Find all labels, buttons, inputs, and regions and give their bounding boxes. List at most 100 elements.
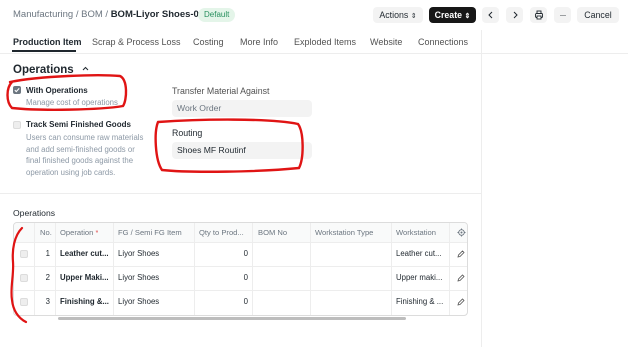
with-operations-description: Manage cost of operations xyxy=(26,98,118,107)
routing-label: Routing xyxy=(172,128,203,138)
operations-table-title: Operations xyxy=(13,208,56,218)
tab-production-item[interactable]: Production Item xyxy=(13,37,82,47)
section-divider xyxy=(0,193,481,194)
column-divider xyxy=(310,223,311,315)
cell-fg-item[interactable]: Liyor Shoes xyxy=(118,266,190,290)
updown-chevron-icon: ⇕ xyxy=(464,13,471,20)
column-header-operation: Operation * xyxy=(60,223,98,242)
checkmark-icon xyxy=(14,88,20,93)
previous-button[interactable] xyxy=(482,7,499,23)
active-tab-indicator xyxy=(12,50,76,52)
row-number: 3 xyxy=(45,297,50,306)
cell-qty[interactable]: 0 xyxy=(199,290,248,314)
description-line: final finished goods against the xyxy=(26,156,134,166)
cell-qty[interactable]: 0 xyxy=(199,242,248,266)
tab-website[interactable]: Website xyxy=(370,37,402,47)
tab-costing[interactable]: Costing xyxy=(193,37,224,47)
operations-section-title[interactable]: Operations xyxy=(13,64,90,76)
column-divider xyxy=(194,223,195,315)
tab-exploded-items[interactable]: Exploded Items xyxy=(294,37,356,47)
column-header-workstation: Workstation xyxy=(396,228,436,237)
printer-icon xyxy=(534,10,543,20)
cell-workstation[interactable]: Finishing & ... xyxy=(396,290,446,314)
breadcrumb-manufacturing[interactable]: Manufacturing xyxy=(13,9,73,20)
chevron-up-icon xyxy=(82,66,89,71)
operations-table: No. Operation * FG / Semi FG Item Qty to… xyxy=(13,222,468,316)
column-header-qty: Qty to Prod... xyxy=(199,228,244,237)
description-line: and add semi-finished goods or xyxy=(26,144,135,154)
cell-bom-no[interactable] xyxy=(258,290,306,314)
track-semi-finished-description: Users can consume raw materials and add … xyxy=(26,132,143,178)
transfer-material-label: Transfer Material Against xyxy=(172,86,270,96)
cell-fg-item[interactable]: Liyor Shoes xyxy=(118,290,190,314)
breadcrumb-bom[interactable]: BOM xyxy=(81,9,103,20)
edit-pencil-icon[interactable] xyxy=(457,274,465,282)
cancel-label: Cancel xyxy=(584,10,612,20)
cell-bom-no[interactable] xyxy=(258,266,306,290)
column-header-fg-item: FG / Semi FG Item xyxy=(118,228,182,237)
create-button[interactable]: Create ⇕ xyxy=(429,7,476,23)
cell-workstation-type[interactable] xyxy=(315,242,387,266)
actions-button[interactable]: Actions ⇕ xyxy=(373,7,423,23)
next-section-peek xyxy=(0,338,481,347)
description-line: Users can consume raw materials xyxy=(26,133,144,142)
column-header-no: No. xyxy=(40,228,52,237)
breadcrumb-separator: / xyxy=(73,9,82,20)
column-divider xyxy=(391,223,392,315)
routing-field[interactable]: Shoes MF Routinf xyxy=(172,142,312,159)
updown-chevron-icon: ⇕ xyxy=(410,13,417,20)
more-options-button[interactable]: ··· xyxy=(554,7,571,23)
cell-operation[interactable]: Upper Maki... xyxy=(60,266,110,290)
print-button[interactable] xyxy=(530,7,547,23)
transfer-material-select[interactable]: Work Order xyxy=(172,100,312,117)
cell-workstation[interactable]: Upper maki... xyxy=(396,266,446,290)
with-operations-checkbox[interactable] xyxy=(13,86,21,94)
column-divider xyxy=(449,223,450,315)
with-operations-label: With Operations xyxy=(26,86,88,95)
edit-pencil-icon[interactable] xyxy=(457,298,465,306)
track-semi-finished-label: Track Semi Finished Goods xyxy=(26,120,131,129)
column-header-operation-label: Operation xyxy=(60,228,94,237)
row-number: 2 xyxy=(45,273,50,282)
status-badge: Default xyxy=(198,8,236,22)
edit-pencil-icon[interactable] xyxy=(457,250,465,258)
breadcrumb: Manufacturing / BOM / BOM-Liyor Shoes-00… xyxy=(13,9,209,20)
row-select-checkbox[interactable] xyxy=(20,298,28,306)
cell-operation[interactable]: Leather cut... xyxy=(60,242,110,266)
required-marker: * xyxy=(95,228,99,237)
chevron-left-icon xyxy=(487,11,492,19)
row-select-checkbox[interactable] xyxy=(20,250,28,258)
horizontal-scrollbar[interactable] xyxy=(58,317,406,320)
chevron-right-icon xyxy=(513,11,518,19)
track-semi-finished-checkbox[interactable] xyxy=(13,121,21,129)
settings-gear-icon[interactable] xyxy=(457,228,466,237)
cell-workstation[interactable]: Leather cut... xyxy=(396,242,446,266)
cell-qty[interactable]: 0 xyxy=(199,266,248,290)
column-divider xyxy=(55,223,56,315)
column-divider xyxy=(34,223,35,315)
tab-scrap-process-loss[interactable]: Scrap & Process Loss xyxy=(92,37,181,47)
cancel-button[interactable]: Cancel xyxy=(577,7,619,23)
sidebar-divider xyxy=(481,30,482,347)
create-label: Create xyxy=(434,10,463,20)
tab-more-info[interactable]: More Info xyxy=(240,37,278,47)
row-select-checkbox[interactable] xyxy=(20,274,28,282)
cell-workstation-type[interactable] xyxy=(315,266,387,290)
column-divider xyxy=(252,223,253,315)
description-line: operation using job cards. xyxy=(26,167,116,177)
cell-fg-item[interactable]: Liyor Shoes xyxy=(118,242,190,266)
cell-workstation-type[interactable] xyxy=(315,290,387,314)
cell-bom-no[interactable] xyxy=(258,242,306,266)
column-divider xyxy=(113,223,114,315)
row-number: 1 xyxy=(45,249,50,258)
next-button[interactable] xyxy=(506,7,523,23)
actions-label: Actions xyxy=(379,10,409,20)
page-title: BOM-Liyor Shoes-005 xyxy=(110,9,210,20)
operations-section-label: Operations xyxy=(13,64,74,76)
tab-connections[interactable]: Connections xyxy=(418,37,468,47)
column-header-workstation-type: Workstation Type xyxy=(315,228,374,237)
ellipsis-icon: ··· xyxy=(559,10,567,20)
breadcrumb-separator: / xyxy=(102,9,111,20)
column-header-bom-no: BOM No xyxy=(258,228,288,237)
cell-operation[interactable]: Finishing &... xyxy=(60,290,110,314)
